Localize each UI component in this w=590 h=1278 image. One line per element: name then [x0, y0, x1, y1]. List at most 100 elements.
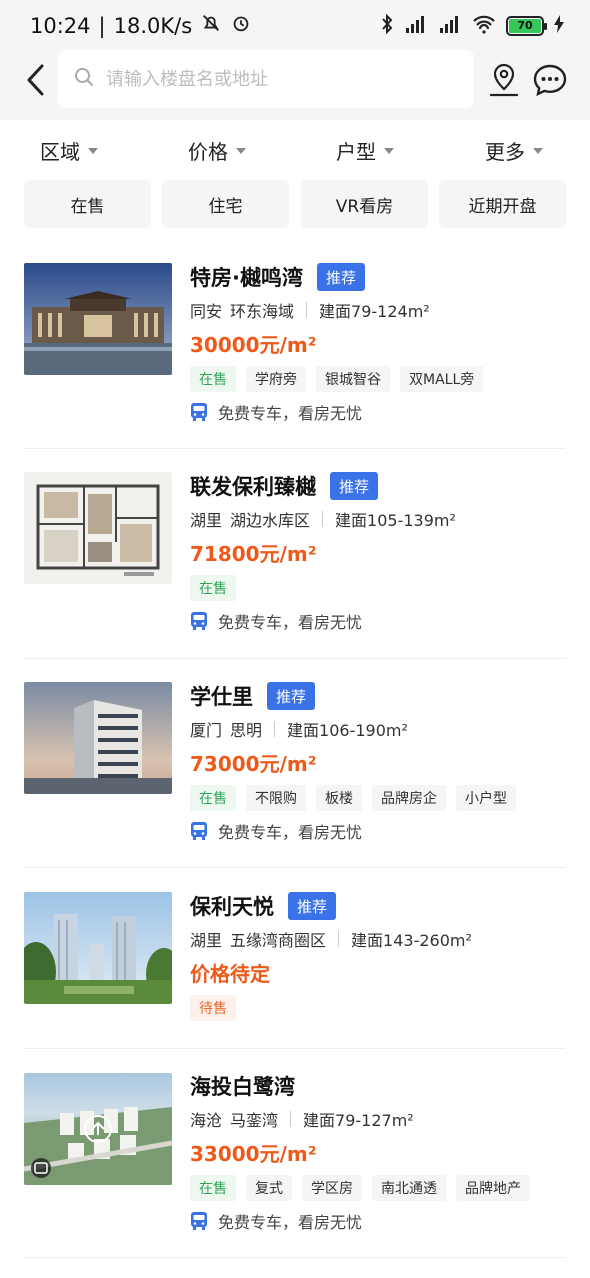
free-shuttle-row: 免费专车，看房无忧: [190, 819, 566, 843]
signal-icon-1: [404, 14, 428, 38]
status-left: 10:24 | 18.0K/s: [30, 12, 252, 39]
charging-icon: [554, 15, 564, 37]
alarm-icon: [230, 12, 252, 39]
property-name: 特房·樾鸣湾: [190, 266, 303, 290]
property-image: [24, 682, 172, 794]
divider: [338, 931, 340, 947]
free-shuttle-text: 免费专车，看房无忧: [218, 404, 363, 423]
property-price: 73000元/m²: [190, 752, 317, 776]
back-arrow-icon: [27, 64, 44, 96]
search-box[interactable]: [58, 50, 474, 108]
tag: 银城智谷: [316, 366, 390, 392]
filter-region[interactable]: 区域: [40, 136, 98, 165]
message-button[interactable]: [532, 62, 568, 98]
tag: 复式: [246, 1175, 292, 1201]
free-shuttle-row: 免费专车，看房无忧: [190, 609, 566, 633]
property-district: 思明: [230, 721, 263, 740]
quick-filter-vr[interactable]: VR看房: [301, 180, 428, 228]
divider: [322, 511, 324, 527]
caret-down-icon: [236, 147, 246, 154]
property-info: 保利天悦 推荐 湖里 五缘湾商圈区 建面143-260m² 价格待定 待售: [190, 891, 566, 1021]
property-card[interactable]: 保利天悦 推荐 湖里 五缘湾商圈区 建面143-260m² 价格待定 待售: [24, 868, 566, 1049]
property-tags: 在售 不限购 板楼 品牌房企 小户型: [190, 785, 566, 811]
status-bar: 10:24 | 18.0K/s 70: [0, 0, 590, 50]
recommend-badge: 推荐: [316, 263, 365, 291]
property-image: [24, 892, 172, 1004]
property-city: 海沧: [190, 1111, 223, 1130]
search-icon: [74, 67, 94, 91]
property-card[interactable]: 学仕里 推荐 厦门 思明 建面106-190m² 73000元/m² 在售 不限…: [24, 659, 566, 868]
property-district: 环东海域: [230, 302, 295, 321]
property-area: 建面79-124m²: [319, 302, 430, 321]
recommend-badge: 推荐: [288, 892, 337, 920]
caret-down-icon: [384, 147, 394, 154]
property-card[interactable]: 联发保利臻樾 推荐 湖里 湖边水库区 建面105-139m² 71800元/m²…: [24, 449, 566, 659]
battery-level: 70: [509, 19, 541, 33]
status-time: 10:24: [30, 13, 91, 38]
property-area: 建面105-139m²: [335, 511, 456, 530]
filter-label: 户型: [336, 140, 376, 164]
tag: 小户型: [456, 785, 516, 811]
tag: 南北通透: [372, 1175, 446, 1201]
property-image: [24, 1073, 172, 1185]
tag: 双MALL旁: [400, 366, 484, 392]
map-location-button[interactable]: [487, 62, 521, 98]
filter-layout[interactable]: 户型: [336, 136, 394, 165]
bluetooth-icon: [380, 13, 394, 39]
quick-filter-on-sale[interactable]: 在售: [24, 180, 151, 228]
tag-on-sale: 在售: [190, 1175, 236, 1201]
property-district: 马銮湾: [230, 1111, 279, 1130]
header: [0, 50, 590, 120]
filter-price[interactable]: 价格: [188, 136, 246, 165]
free-shuttle-row: 免费专车，看房无忧: [190, 400, 566, 424]
caret-down-icon: [533, 147, 543, 154]
property-price: 30000元/m²: [190, 333, 317, 357]
property-name: 海投白鹭湾: [190, 1075, 295, 1099]
property-info: 海投白鹭湾 海沧 马銮湾 建面79-127m² 33000元/m² 在售 复式 …: [190, 1071, 566, 1233]
tag: 学区房: [302, 1175, 362, 1201]
status-right: 70: [380, 13, 564, 39]
divider: [274, 721, 276, 737]
caret-down-icon: [88, 147, 98, 154]
property-city: 同安: [190, 302, 223, 321]
property-area: 建面106-190m²: [287, 721, 408, 740]
tag: 品牌地产: [456, 1175, 530, 1201]
property-info: 特房·樾鸣湾 推荐 同安 环东海域 建面79-124m² 30000元/m² 在…: [190, 262, 566, 424]
divider: [290, 1111, 292, 1127]
tag-on-sale: 在售: [190, 575, 236, 601]
mute-icon: [200, 12, 222, 39]
property-price: 71800元/m²: [190, 542, 317, 566]
quick-filter-residential[interactable]: 住宅: [162, 180, 289, 228]
property-city: 湖里: [190, 931, 223, 950]
recommend-badge: 推荐: [330, 472, 379, 500]
tag-pending: 待售: [190, 995, 236, 1021]
status-divider: |: [98, 13, 106, 38]
divider: [306, 302, 308, 318]
tag-on-sale: 在售: [190, 785, 236, 811]
property-tags: 在售: [190, 575, 566, 601]
property-image: [24, 472, 172, 584]
recommend-badge: 推荐: [267, 682, 316, 710]
property-area: 建面143-260m²: [351, 931, 472, 950]
property-card[interactable]: 特房·樾鸣湾 推荐 同安 环东海域 建面79-124m² 30000元/m² 在…: [24, 240, 566, 449]
search-input[interactable]: [106, 68, 446, 90]
back-button[interactable]: [18, 60, 52, 100]
filter-label: 价格: [188, 140, 228, 164]
property-area: 建面79-127m²: [303, 1111, 414, 1130]
property-info: 联发保利臻樾 推荐 湖里 湖边水库区 建面105-139m² 71800元/m²…: [190, 471, 566, 633]
tag: 不限购: [246, 785, 306, 811]
property-list: 特房·樾鸣湾 推荐 同安 环东海域 建面79-124m² 30000元/m² 在…: [24, 240, 566, 1258]
property-card[interactable]: 海投白鹭湾 海沧 马銮湾 建面79-127m² 33000元/m² 在售 复式 …: [24, 1049, 566, 1258]
filter-more[interactable]: 更多: [485, 136, 543, 165]
bus-icon: [191, 1212, 207, 1230]
battery-icon: 70: [506, 16, 547, 36]
property-district: 湖边水库区: [230, 511, 311, 530]
property-city: 厦门: [190, 721, 223, 740]
property-price: 33000元/m²: [190, 1142, 317, 1166]
filter-label: 更多: [485, 140, 525, 164]
free-shuttle-text: 免费专车，看房无忧: [218, 823, 363, 842]
quick-filter-upcoming[interactable]: 近期开盘: [439, 180, 566, 228]
property-tags: 待售: [190, 995, 566, 1021]
tag: 品牌房企: [372, 785, 446, 811]
property-price: 价格待定: [190, 962, 270, 986]
